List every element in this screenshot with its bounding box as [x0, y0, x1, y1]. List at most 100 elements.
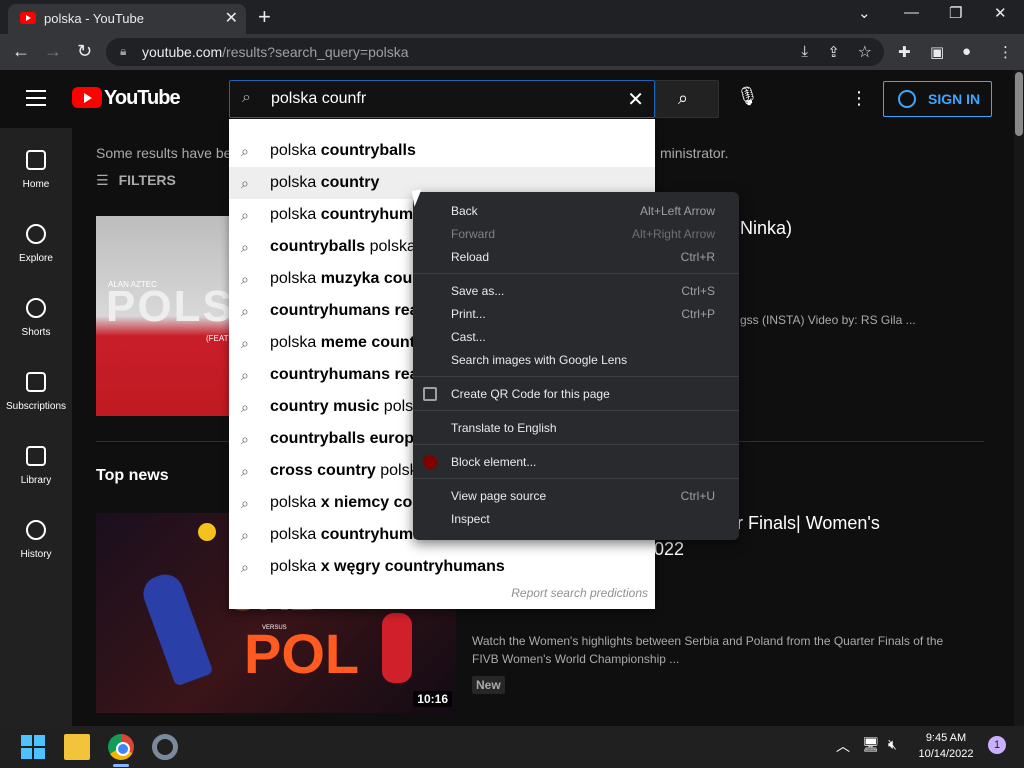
- suggestion-text: polska x niemcy cou: [270, 494, 422, 512]
- settings-gear-icon[interactable]: [152, 734, 178, 760]
- context-menu-item[interactable]: Block element...: [413, 451, 739, 474]
- menu-item-label: Inspect: [451, 512, 490, 526]
- sidebar-item-subscriptions[interactable]: Subscriptions: [0, 360, 72, 430]
- tray-chevron-icon[interactable]: ︿: [836, 736, 850, 756]
- browser-tab[interactable]: polska - YouTube ✕: [8, 4, 246, 34]
- youtube-logo-icon[interactable]: [72, 87, 102, 108]
- search-query-text[interactable]: polska counfr: [271, 90, 366, 108]
- video-title[interactable]: rter Finals| Women's: [716, 513, 880, 534]
- notification-badge[interactable]: 1: [988, 736, 1006, 754]
- share-icon[interactable]: ⇪: [827, 43, 840, 61]
- suggestion-bold-text: x węgry countryhumans: [320, 558, 505, 575]
- sidebar-item-explore[interactable]: Explore: [0, 212, 72, 282]
- restore-button[interactable]: ❐: [949, 4, 962, 22]
- suggestion-text: country music polsk: [270, 398, 421, 416]
- tab-close-icon[interactable]: ✕: [225, 8, 238, 28]
- video-thumbnail[interactable]: ALAN AZTEC POLS (FEAT: [96, 216, 230, 416]
- sign-in-button[interactable]: SIGN IN: [883, 81, 992, 117]
- context-menu-item[interactable]: Reload Ctrl+R: [413, 246, 739, 269]
- sidebar-item-library[interactable]: Library: [0, 434, 72, 504]
- profile-icon[interactable]: ●: [962, 43, 971, 60]
- youtube-favicon-icon: [20, 12, 36, 24]
- network-icon[interactable]: 🖥︎: [862, 736, 880, 753]
- search-suggestion-item[interactable]: ⌕ polska x węgry countryhumans: [229, 551, 655, 583]
- video-title[interactable]: Ninka): [740, 218, 792, 239]
- suggestion-text: polska countryhuma: [270, 206, 422, 224]
- reload-icon[interactable]: ↻: [77, 41, 92, 62]
- search-icon: ⌕: [241, 239, 249, 255]
- address-bar[interactable]: 🔒︎ youtube.com/results?search_query=pols…: [106, 38, 884, 66]
- context-menu-item[interactable]: Inspect: [413, 508, 739, 531]
- suggestion-plain-text: polska: [365, 238, 416, 255]
- sidebar-item-label: Library: [20, 475, 52, 486]
- context-menu-item[interactable]: Back Alt+Left Arrow: [413, 200, 739, 223]
- restricted-notice-text-end: ministrator.: [660, 145, 729, 161]
- sidebar-item-label: Shorts: [21, 327, 51, 338]
- search-icon: ⌕: [678, 88, 689, 108]
- search-icon: ⌕: [241, 367, 249, 383]
- suggestion-bold-text: x niemcy cou: [320, 494, 423, 511]
- windows-start-icon[interactable]: [21, 735, 45, 759]
- chrome-menu-icon[interactable]: ⋮: [998, 43, 1013, 61]
- context-menu-item[interactable]: Print... Ctrl+P: [413, 303, 739, 326]
- minimize-button[interactable]: —: [904, 4, 919, 21]
- menu-item-shortcut: Ctrl+S: [681, 284, 715, 298]
- suggestion-plain-text: polska: [270, 206, 321, 223]
- scrollbar-thumb[interactable]: [1015, 72, 1023, 136]
- suggestion-bold-text: cross country: [270, 462, 376, 479]
- clear-search-icon[interactable]: ✕: [627, 87, 644, 112]
- file-explorer-icon[interactable]: [64, 734, 90, 760]
- close-window-button[interactable]: ✕: [994, 4, 1007, 22]
- context-menu-item[interactable]: Cast...: [413, 326, 739, 349]
- settings-dots-icon[interactable]: ⋮: [850, 88, 868, 109]
- volleyball-graphic: [198, 523, 216, 541]
- install-app-icon[interactable]: ⤓: [801, 43, 808, 60]
- search-icon: ⌕: [241, 463, 249, 479]
- suggestion-plain-text: polska: [270, 142, 321, 159]
- bookmark-star-icon[interactable]: ☆: [858, 42, 872, 62]
- search-suggestion-item[interactable]: ⌕ polska countryballs: [229, 135, 655, 167]
- context-menu-item[interactable]: Save as... Ctrl+S: [413, 280, 739, 303]
- context-menu-item[interactable]: View page source Ctrl+U: [413, 485, 739, 508]
- context-menu-item[interactable]: Search images with Google Lens: [413, 349, 739, 372]
- side-panel-icon[interactable]: ▣: [930, 43, 944, 61]
- filters-button[interactable]: ☰ FILTERS: [96, 172, 176, 189]
- player-graphic: [138, 569, 214, 687]
- suggestion-bold-text: countryhuma: [320, 526, 423, 543]
- suggestion-bold-text: countryballs: [270, 238, 366, 255]
- suggestion-plain-text: polska: [270, 558, 321, 575]
- sidebar-item-history[interactable]: History: [0, 508, 72, 578]
- search-button[interactable]: ⌕: [655, 80, 719, 118]
- menu-item-shortcut: Alt+Right Arrow: [631, 227, 715, 241]
- context-menu-item[interactable]: Translate to English: [413, 417, 739, 440]
- menu-separator: [413, 273, 739, 274]
- video-title-line2[interactable]: 022: [654, 539, 684, 560]
- suggestion-bold-text: countryhumans reac: [270, 366, 428, 383]
- tab-search-chevron-icon[interactable]: ⌄: [858, 4, 871, 22]
- taskbar-clock[interactable]: 9:45 AM 10/14/2022: [914, 730, 978, 762]
- search-input[interactable]: ⌕ polska counfr ✕: [229, 80, 655, 118]
- chrome-icon[interactable]: [108, 734, 134, 760]
- lock-icon: 🔒︎: [120, 44, 127, 58]
- menu-item-label: Forward: [451, 227, 496, 241]
- report-predictions-link[interactable]: Report search predictions: [511, 586, 648, 600]
- forward-arrow-icon[interactable]: →: [44, 41, 62, 62]
- volume-muted-icon[interactable]: 🔇︎: [888, 736, 897, 753]
- menu-separator: [413, 410, 739, 411]
- windows-taskbar: ︿ 🖥︎ 🔇︎ 9:45 AM 10/14/2022: [0, 726, 1024, 768]
- context-menu-item[interactable]: Create QR Code for this page: [413, 383, 739, 406]
- sidebar-item-shorts[interactable]: Shorts: [0, 286, 72, 356]
- back-arrow-icon[interactable]: ←: [12, 41, 30, 62]
- thumbnail-team-text: POL: [244, 622, 360, 685]
- extensions-puzzle-icon[interactable]: ✚: [898, 43, 911, 61]
- microphone-icon[interactable]: 🎙︎: [736, 86, 759, 107]
- library-icon: [26, 446, 46, 466]
- page-scrollbar[interactable]: [1014, 70, 1024, 726]
- qr-code-icon: [423, 387, 437, 401]
- search-icon: ⌕: [241, 271, 249, 287]
- sidebar-item-home[interactable]: Home: [0, 138, 72, 208]
- filters-icon: ☰: [96, 172, 109, 188]
- hamburger-menu-icon[interactable]: [26, 90, 46, 106]
- youtube-wordmark[interactable]: YouTube: [104, 87, 181, 110]
- new-tab-button[interactable]: +: [258, 4, 271, 30]
